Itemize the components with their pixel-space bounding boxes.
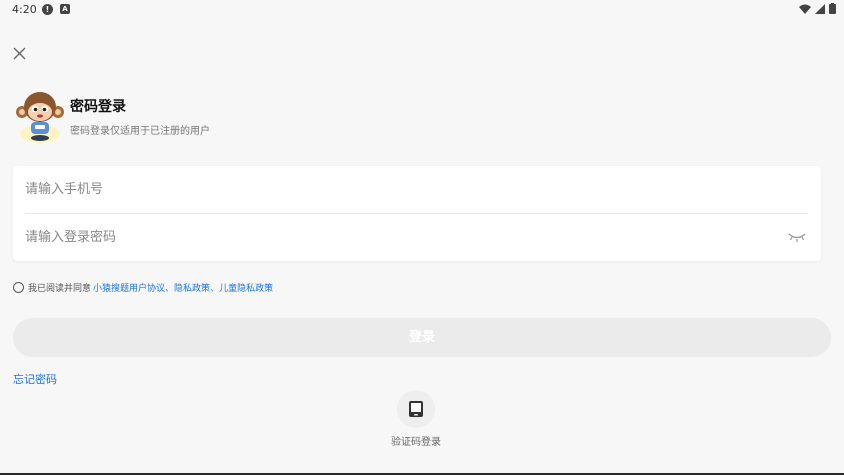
privacy-policy-link[interactable]: 隐私政策: [174, 281, 210, 294]
page-subtitle: 密码登录仅适用于已注册的用户: [70, 126, 210, 137]
alert-circle-icon: !: [42, 4, 53, 15]
sms-login-label: 验证码登录: [391, 437, 441, 448]
battery-icon: [829, 3, 836, 14]
agreement-separator: 、: [210, 284, 220, 294]
agreement-row: 我已阅读并同意 小猿搜题用户协议 、 隐私政策 、 儿童隐私政策: [13, 281, 273, 294]
user-agreement-link[interactable]: 小猿搜题用户协议: [93, 281, 165, 294]
status-icons: [799, 3, 836, 14]
password-input[interactable]: [25, 214, 775, 260]
eye-closed-icon: [788, 233, 806, 242]
phone-input[interactable]: [25, 166, 797, 212]
child-privacy-policy-link[interactable]: 儿童隐私政策: [219, 281, 273, 294]
login-button[interactable]: 登录: [13, 318, 831, 357]
agreement-checkbox[interactable]: [13, 282, 24, 293]
app-a-icon: A: [60, 4, 70, 14]
close-icon: [13, 47, 25, 59]
page-title: 密码登录: [70, 99, 126, 115]
close-button[interactable]: [10, 44, 28, 62]
monkey-mascot-avatar: [16, 92, 64, 143]
agreement-prefix: 我已阅读并同意: [28, 284, 92, 294]
sms-login-button[interactable]: [397, 390, 435, 428]
phone-icon: [409, 401, 423, 417]
signal-icon: [815, 3, 825, 14]
login-form-card: [13, 166, 821, 261]
status-time: 4:20: [12, 3, 37, 16]
forgot-password-link[interactable]: 忘记密码: [13, 371, 57, 387]
wifi-icon: [799, 4, 811, 14]
password-visibility-toggle[interactable]: [787, 229, 807, 243]
status-bar: 4:20 ! A: [0, 0, 844, 20]
agreement-separator: 、: [165, 284, 175, 294]
